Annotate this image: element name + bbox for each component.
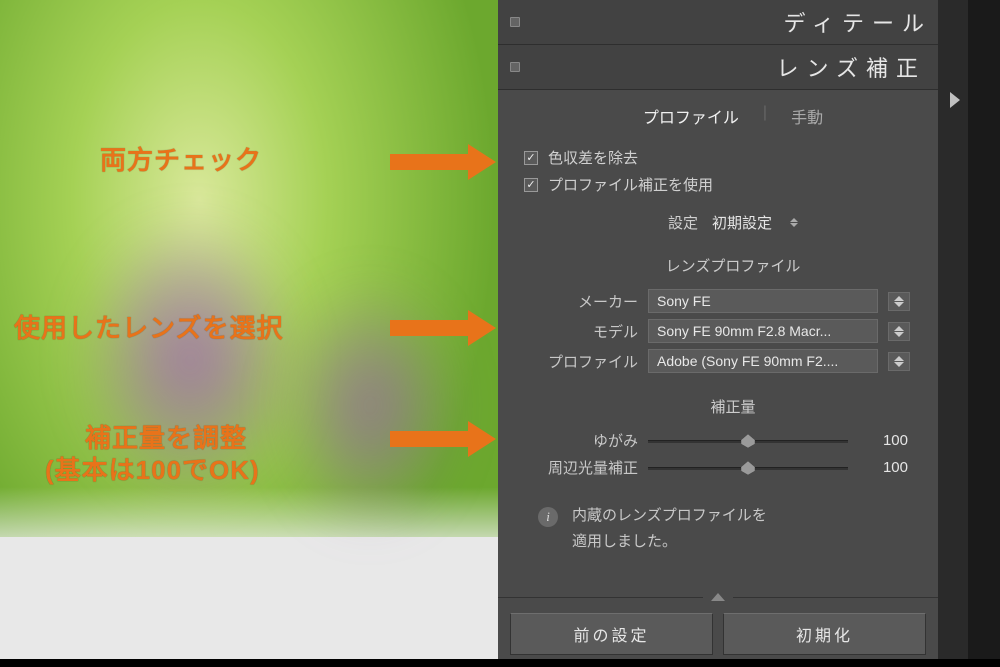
annotation-adjust-amount-line2: (基本は100でOK) bbox=[45, 450, 260, 487]
lens-correction-panel: ディテール レンズ補正 プロファイル | 手動 ✓ 色収差を除去 ✓ プロファイ… bbox=[498, 0, 968, 667]
maker-dropdown[interactable]: Sony FE bbox=[648, 289, 878, 313]
photo-mat bbox=[0, 537, 498, 667]
profile-stepper[interactable] bbox=[888, 352, 910, 371]
vignette-value[interactable]: 100 bbox=[858, 459, 908, 476]
settings-value[interactable]: 初期設定 bbox=[712, 212, 772, 233]
panel-toggle-icon[interactable] bbox=[510, 62, 520, 72]
correction-heading: 補正量 bbox=[498, 376, 968, 427]
reset-button[interactable]: 初期化 bbox=[723, 613, 926, 655]
info-icon: i bbox=[538, 507, 558, 527]
use-profile-row: ✓ プロファイル補正を使用 bbox=[498, 171, 968, 198]
use-profile-label: プロファイル補正を使用 bbox=[548, 174, 713, 195]
settings-stepper[interactable] bbox=[790, 218, 798, 227]
remove-ca-row: ✓ 色収差を除去 bbox=[498, 144, 968, 171]
remove-ca-checkbox[interactable]: ✓ bbox=[524, 151, 538, 165]
prev-settings-button[interactable]: 前の設定 bbox=[510, 613, 713, 655]
distortion-label: ゆがみ bbox=[518, 430, 638, 451]
info-line1: 内蔵のレンズプロファイルを bbox=[572, 507, 767, 524]
settings-label: 設定 bbox=[668, 212, 698, 233]
model-dropdown[interactable]: Sony FE 90mm F2.8 Macr... bbox=[648, 319, 878, 343]
vignette-row: 周辺光量補正 100 bbox=[498, 454, 968, 481]
maker-label: メーカー bbox=[518, 291, 638, 312]
model-row: モデル Sony FE 90mm F2.8 Macr... bbox=[498, 316, 968, 346]
section-header-detail[interactable]: ディテール bbox=[498, 0, 968, 45]
profile-label: プロファイル bbox=[518, 351, 638, 372]
settings-row: 設定 初期設定 bbox=[498, 198, 968, 251]
vignette-label: 周辺光量補正 bbox=[518, 457, 638, 478]
section-header-lens[interactable]: レンズ補正 bbox=[498, 45, 968, 90]
distortion-slider[interactable] bbox=[648, 433, 848, 449]
info-line2: 適用しました。 bbox=[572, 533, 677, 550]
tab-manual[interactable]: 手動 bbox=[791, 104, 823, 132]
info-text: 内蔵のレンズプロファイルを 適用しました。 bbox=[572, 503, 767, 554]
profile-row: プロファイル Adobe (Sony FE 90mm F2.... bbox=[498, 346, 968, 376]
vignette-slider[interactable] bbox=[648, 460, 848, 476]
annotation-select-lens: 使用したレンズを選択 bbox=[14, 308, 283, 345]
annotation-check-both: 両方チェック bbox=[100, 140, 262, 177]
model-label: モデル bbox=[518, 321, 638, 342]
section-title-lens: レンズ補正 bbox=[776, 51, 926, 83]
profile-dropdown[interactable]: Adobe (Sony FE 90mm F2.... bbox=[648, 349, 878, 373]
remove-ca-label: 色収差を除去 bbox=[548, 147, 638, 168]
model-stepper[interactable] bbox=[888, 322, 910, 341]
lens-tabs: プロファイル | 手動 bbox=[498, 90, 968, 144]
panel-separator[interactable] bbox=[498, 587, 938, 607]
section-title-detail: ディテール bbox=[784, 6, 932, 38]
info-row: i 内蔵のレンズプロファイルを 適用しました。 bbox=[498, 481, 968, 564]
distortion-row: ゆがみ 100 bbox=[498, 427, 968, 454]
maker-stepper[interactable] bbox=[888, 292, 910, 311]
separator-handle-icon bbox=[711, 593, 725, 601]
tab-separator: | bbox=[763, 104, 767, 132]
bottom-border bbox=[0, 659, 1000, 667]
lens-profile-heading: レンズプロファイル bbox=[498, 251, 968, 286]
bottom-buttons: 前の設定 初期化 bbox=[498, 613, 938, 655]
panel-toggle-icon[interactable] bbox=[510, 17, 520, 27]
use-profile-checkbox[interactable]: ✓ bbox=[524, 178, 538, 192]
maker-row: メーカー Sony FE bbox=[498, 286, 968, 316]
expand-right-icon[interactable] bbox=[950, 92, 960, 108]
tab-profile[interactable]: プロファイル bbox=[643, 104, 739, 132]
distortion-value[interactable]: 100 bbox=[858, 432, 908, 449]
panel-scroll-strip[interactable] bbox=[938, 0, 968, 667]
